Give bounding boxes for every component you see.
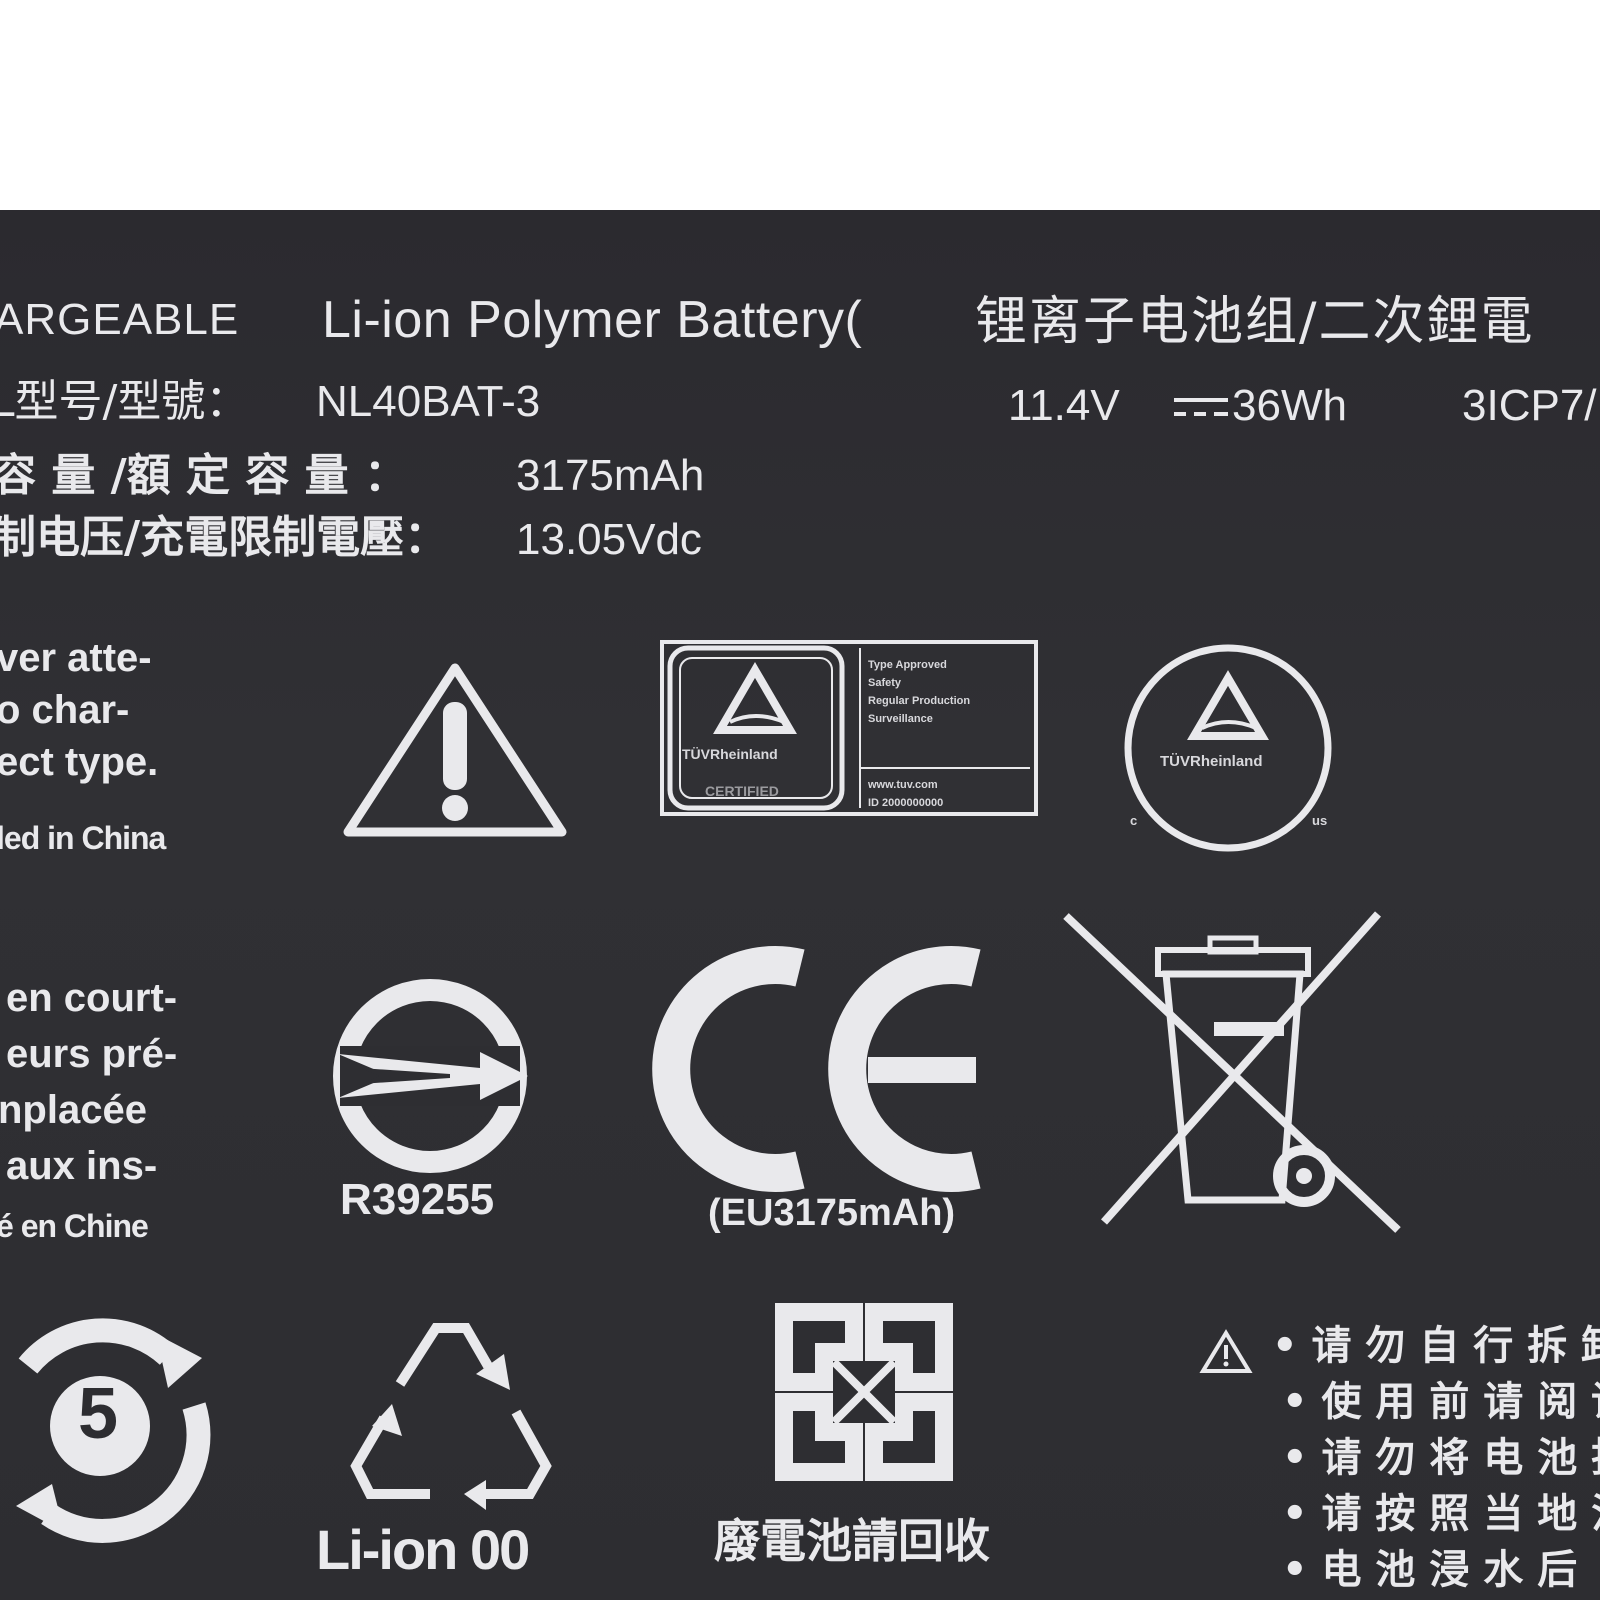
made-in-china-en: led in China [0, 820, 166, 856]
ce-caption: (EU3175mAh) [708, 1192, 956, 1234]
photo-frame: ARGEABLE Li-ion Polymer Battery( 锂离子电池组/… [0, 0, 1600, 1600]
dc-symbol-icon [1174, 398, 1228, 416]
ce-mark-icon [652, 946, 981, 1192]
model-value: NL40BAT-3 [316, 377, 541, 426]
warning-en-line: ect type. [0, 740, 159, 784]
note-line-text: 电 池 浸 水 后 [1321, 1547, 1578, 1593]
warning-fr-line: nplacée [0, 1088, 147, 1132]
warning-fr-line: eurs pré- [6, 1032, 178, 1076]
voltage-value: 11.4V [1008, 381, 1120, 430]
note-line: • 请 按 照 当 地 法 [1282, 1494, 1600, 1534]
tuv-round-brand: TÜVRheinland [1160, 753, 1263, 770]
note-line-text: 请 勿 自 行 拆 卸 [1311, 1323, 1600, 1369]
warning-fr-line: aux ins- [6, 1144, 158, 1188]
energy-value: 36Wh [1232, 381, 1347, 430]
capacity-label: 容 量 /額 定 容 量 ： [0, 450, 408, 501]
note-line: • 使 用 前 请 阅 读 [1282, 1382, 1600, 1422]
warning-en-line: o char- [0, 688, 130, 732]
note-line: • 请 勿 自 行 拆 卸 [1272, 1326, 1600, 1366]
small-warning-icon [1199, 1329, 1253, 1373]
rechargeable-text: ARGEABLE [0, 295, 240, 344]
tuv-id-text: ID 2000000000 [868, 797, 944, 809]
note-line: • 请 勿 将 电 池 投 [1282, 1438, 1600, 1478]
weee-crossed-bin-icon [1063, 911, 1401, 1233]
note-line-text: 请 按 照 当 地 法 [1321, 1491, 1600, 1537]
recycle-icon [350, 1323, 552, 1510]
tuv-round-mark [1124, 644, 1332, 852]
recycle-caption: Li-ion 00 [316, 1518, 530, 1581]
cell-config: 3ICP7/ [1462, 381, 1597, 430]
tuv-type-line: Surveillance [868, 713, 933, 725]
tuv-brand-text: TÜVRheinland [682, 746, 778, 762]
battery-label: ARGEABLE Li-ion Polymer Battery( 锂离子电池组/… [0, 210, 1600, 1600]
note-line: • 电 池 浸 水 后 [1282, 1547, 1578, 1593]
tuv-type-line: Regular Production [868, 695, 971, 707]
warning-en-line: ver atte- [0, 636, 152, 680]
warning-triangle-icon [343, 663, 567, 837]
charge-limit-value: 13.05Vdc [516, 515, 702, 564]
model-label: L型号/型號： [0, 376, 250, 427]
bsmi-number: R39255 [340, 1175, 495, 1224]
battery-title: Li-ion Polymer Battery( [322, 291, 863, 349]
tuv-type-line: Safety [868, 677, 902, 689]
tuv-round-c: c [1130, 813, 1138, 828]
capacity-value: 3175mAh [516, 451, 705, 500]
note-line-text: 请 勿 将 电 池 投 [1321, 1435, 1600, 1481]
tuv-round-us: us [1312, 813, 1328, 828]
charge-limit-label: 制电压/充電限制電壓： [0, 512, 449, 563]
tuv-certified-text: CERTIFIED [705, 783, 779, 799]
taiwan-recycle-caption: 廢電池請回收 [714, 1514, 990, 1568]
battery-title-cjk: 锂离子电池组/二次鋰電 [975, 292, 1535, 352]
note-line-text: 使 用 前 请 阅 读 [1321, 1379, 1600, 1425]
tuv-type-line: Type Approved [868, 659, 947, 671]
warning-fr-line: en court- [6, 976, 178, 1020]
tuv-url-text: www.tuv.com [868, 779, 938, 791]
made-in-china-fr: é en Chine [0, 1208, 149, 1244]
taiwan-recycle-icon [775, 1303, 953, 1481]
bsmi-mark-icon [333, 979, 528, 1173]
epup-years: 5 [78, 1374, 119, 1454]
